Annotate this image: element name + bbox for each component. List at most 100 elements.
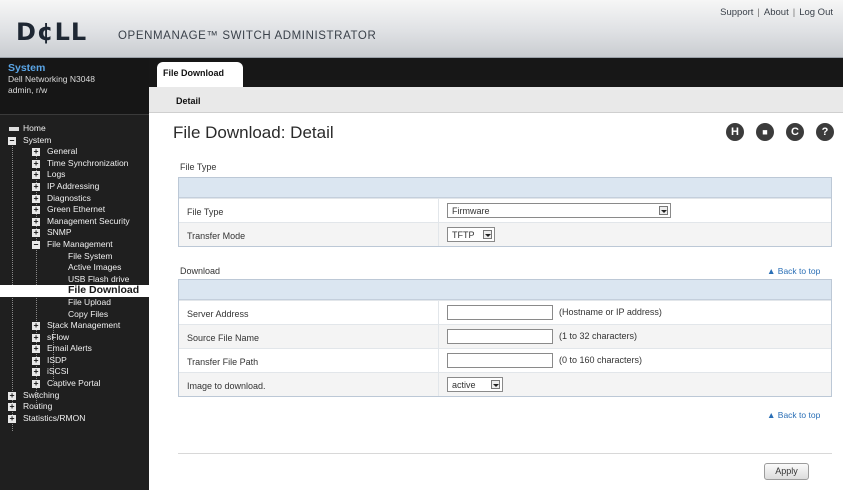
nav-item-file-download[interactable]: File Download — [0, 285, 149, 297]
system-user: admin, r/w — [8, 85, 48, 95]
top-links: Support | About | Log Out — [720, 7, 833, 18]
nav-item-file-management[interactable]: − File Management — [0, 239, 149, 251]
page-title: File Download: Detail — [173, 123, 334, 142]
logout-link[interactable]: Log Out — [799, 7, 833, 18]
tab-file-download[interactable]: File Download — [157, 62, 243, 87]
expand-icon[interactable]: + — [8, 391, 16, 400]
server-address-hint: (Hostname or IP address) — [559, 307, 662, 317]
nav-item-active-images[interactable]: Active Images — [0, 262, 149, 274]
source-file-label: Source File Name — [187, 333, 260, 343]
expand-icon[interactable]: + — [32, 182, 40, 191]
collapse-icon[interactable]: − — [32, 240, 40, 249]
expand-icon[interactable]: + — [8, 403, 16, 412]
sidebar: System Dell Networking N3048 admin, r/w … — [0, 58, 149, 490]
nav-item-logs[interactable]: + Logs — [0, 169, 149, 181]
expand-icon[interactable]: + — [32, 333, 40, 342]
dropdown-arrow-icon[interactable] — [483, 230, 492, 239]
nav-item-sflow[interactable]: + sFlow — [0, 332, 149, 344]
transfer-path-input[interactable] — [447, 353, 553, 368]
nav-item-file-upload[interactable]: File Upload — [0, 297, 149, 309]
expand-icon[interactable]: + — [32, 159, 40, 168]
system-title[interactable]: System — [8, 62, 141, 74]
nav-item-stack-management[interactable]: + Stack Management — [0, 320, 149, 332]
nav-item-switching[interactable]: + Switching — [0, 390, 149, 402]
transfer-mode-label: Transfer Mode — [187, 231, 246, 241]
server-address-label: Server Address — [187, 309, 249, 319]
dropdown-arrow-icon[interactable] — [659, 206, 668, 215]
image-value: active — [452, 380, 476, 390]
server-address-input[interactable] — [447, 305, 553, 320]
app-title: OPENMANAGE™ SWITCH ADMINISTRATOR — [118, 30, 377, 42]
help-icon[interactable]: ? — [816, 123, 834, 141]
file-type-value: Firmware — [452, 206, 490, 216]
nav-item-routing[interactable]: + Routing — [0, 401, 149, 413]
expand-icon[interactable]: + — [32, 194, 40, 203]
help-index-icon[interactable]: H — [726, 123, 744, 141]
expand-icon[interactable]: + — [32, 322, 40, 331]
row-source-file-name: Source File Name (1 to 32 characters) — [179, 324, 831, 348]
footer-divider — [178, 453, 832, 454]
link-separator: | — [757, 7, 760, 18]
row-file-type: File Type Firmware — [179, 198, 831, 222]
nav-item-management-security[interactable]: + Management Security — [0, 216, 149, 228]
nav-item-system[interactable]: − System — [0, 135, 149, 147]
header-bar: D¢LL OPENMANAGE™ SWITCH ADMINISTRATOR Su… — [0, 0, 843, 58]
system-model: Dell Networking N3048 — [8, 74, 95, 84]
subtab-detail[interactable]: Detail — [176, 96, 201, 106]
file-type-panel: File Type Firmware Transfer Mode TFTP — [178, 177, 832, 247]
nav-item-iscsi[interactable]: + iSCSI — [0, 366, 149, 378]
back-to-top-link-bottom[interactable]: ▲ Back to top — [767, 410, 820, 420]
expand-icon[interactable]: + — [8, 414, 16, 423]
support-link[interactable]: Support — [720, 7, 753, 18]
print-icon[interactable]: ■ — [756, 123, 774, 141]
nav-item-general[interactable]: + General — [0, 146, 149, 158]
home-icon — [9, 127, 19, 131]
expand-icon[interactable]: + — [32, 345, 40, 354]
transfer-path-label: Transfer File Path — [187, 357, 259, 367]
section-label-file-type: File Type — [180, 162, 217, 172]
expand-icon[interactable]: + — [32, 368, 40, 377]
subtab-bar: Detail — [149, 87, 843, 113]
file-type-select[interactable]: Firmware — [447, 203, 671, 218]
nav-item-diagnostics[interactable]: + Diagnostics — [0, 193, 149, 205]
back-to-top-link[interactable]: ▲ Back to top — [767, 266, 820, 276]
nav-item-statistics[interactable]: + Statistics/RMON — [0, 413, 149, 425]
row-server-address: Server Address (Hostname or IP address) — [179, 300, 831, 324]
nav-item-home[interactable]: Home — [0, 123, 149, 135]
collapse-icon[interactable]: − — [8, 136, 16, 145]
expand-icon[interactable]: + — [32, 356, 40, 365]
row-transfer-mode: Transfer Mode TFTP — [179, 222, 831, 246]
nav-item-isdp[interactable]: + ISDP — [0, 355, 149, 367]
transfer-path-hint: (0 to 160 characters) — [559, 355, 643, 365]
row-transfer-file-path: Transfer File Path (0 to 160 characters) — [179, 348, 831, 372]
image-select[interactable]: active — [447, 377, 503, 392]
file-type-label: File Type — [187, 207, 224, 217]
refresh-icon[interactable]: C — [786, 123, 804, 141]
expand-icon[interactable]: + — [32, 217, 40, 226]
expand-icon[interactable]: + — [32, 171, 40, 180]
link-separator: | — [792, 7, 796, 18]
nav-item-copy-files[interactable]: Copy Files — [0, 309, 149, 321]
system-info-box: System Dell Networking N3048 admin, r/w — [0, 58, 149, 115]
nav-tree: Home − System + General + Time Synchronizat… — [0, 115, 149, 431]
expand-icon[interactable]: + — [32, 206, 40, 215]
transfer-mode-select[interactable]: TFTP — [447, 227, 495, 242]
nav-item-file-system[interactable]: File System — [0, 251, 149, 263]
panel-header — [179, 178, 831, 198]
expand-icon[interactable]: + — [32, 148, 40, 157]
about-link[interactable]: About — [764, 7, 789, 18]
nav-item-ip-addressing[interactable]: + IP Addressing — [0, 181, 149, 193]
nav-item-captive-portal[interactable]: + Captive Portal — [0, 378, 149, 390]
nav-item-time-sync[interactable]: + Time Synchronization — [0, 158, 149, 170]
nav-item-email-alerts[interactable]: + Email Alerts — [0, 343, 149, 355]
dell-logo: D¢LL — [16, 18, 88, 46]
nav-item-green-ethernet[interactable]: + Green Ethernet — [0, 204, 149, 216]
nav-item-snmp[interactable]: + SNMP — [0, 227, 149, 239]
dropdown-arrow-icon[interactable] — [491, 380, 500, 389]
transfer-mode-value: TFTP — [452, 230, 475, 240]
expand-icon[interactable]: + — [32, 380, 40, 389]
apply-button[interactable]: Apply — [764, 463, 809, 480]
source-file-input[interactable] — [447, 329, 553, 344]
expand-icon[interactable]: + — [32, 229, 40, 238]
image-label: Image to download. — [187, 381, 266, 391]
